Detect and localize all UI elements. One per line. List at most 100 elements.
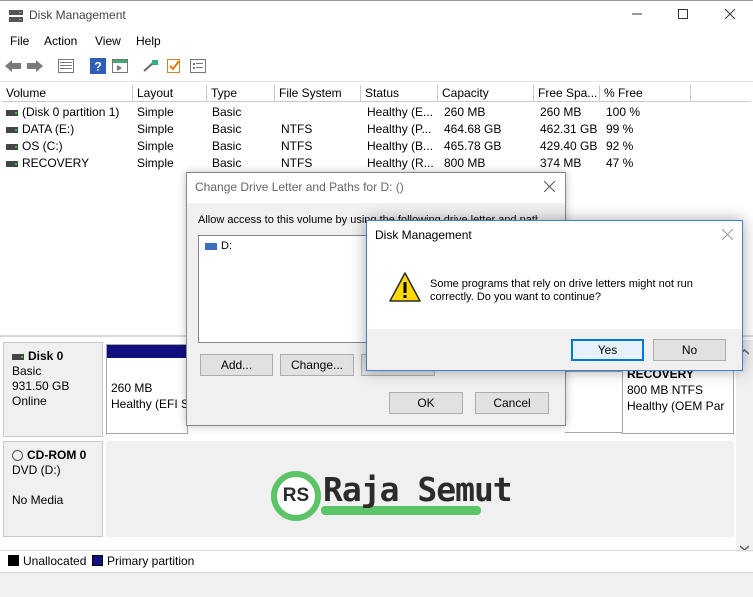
help-icon[interactable]: ? — [89, 57, 107, 75]
legend-label-unallocated: Unallocated — [23, 554, 87, 568]
drive-icon — [6, 126, 18, 133]
cell-type: Basic — [212, 139, 242, 153]
details-view-icon[interactable] — [57, 57, 75, 75]
partition-size: 260 MB — [111, 381, 153, 395]
column-header-percent-free[interactable]: % Free — [600, 85, 691, 102]
cell-percent-free: 47 % — [606, 156, 634, 170]
table-row[interactable]: DATA (E:) — [6, 121, 133, 138]
disk-management-icon — [8, 9, 24, 23]
cell-volume: RECOVERY — [22, 156, 90, 170]
cell-file-system: NTFS — [281, 156, 313, 170]
cell-status: Healthy (P... — [367, 122, 432, 136]
cell-percent-free: 100 % — [606, 105, 641, 119]
cell-type: Basic — [212, 156, 242, 170]
svg-text:?: ? — [94, 60, 101, 74]
partition-size: 800 MB NTFS — [627, 383, 704, 397]
column-header-capacity[interactable]: Capacity — [438, 85, 534, 102]
properties-icon[interactable] — [189, 57, 207, 75]
window-title: Disk Management — [29, 8, 126, 22]
yes-button[interactable]: Yes — [571, 339, 644, 361]
paths-listbox[interactable]: D: — [198, 235, 368, 343]
console-view-icon[interactable] — [111, 57, 129, 75]
menu-action[interactable]: Action — [44, 34, 77, 48]
cell-free-space: 374 MB — [540, 156, 582, 170]
column-header-layout[interactable]: Layout — [133, 85, 207, 102]
close-button[interactable] — [707, 0, 753, 30]
cell-layout: Simple — [137, 122, 174, 136]
dialog-title: Change Drive Letter and Paths for D: () — [195, 180, 404, 194]
dialog-message-line-2: correctly. Do you want to continue? — [430, 291, 601, 303]
legend-swatch-unallocated — [8, 555, 19, 566]
maximize-button[interactable] — [660, 0, 706, 30]
cell-percent-free: 99 % — [606, 122, 634, 136]
cell-capacity: 800 MB — [444, 156, 486, 170]
disk-state: No Media — [12, 493, 64, 507]
cell-percent-free: 92 % — [606, 139, 634, 153]
checklist-icon[interactable] — [165, 57, 183, 75]
close-icon[interactable] — [721, 228, 734, 243]
legend-swatch-primary — [92, 555, 103, 566]
column-header-status[interactable]: Status — [361, 85, 438, 102]
column-header-volume[interactable]: Volume — [2, 85, 133, 102]
cell-status: Healthy (R... — [367, 156, 434, 170]
table-row[interactable]: RECOVERY — [6, 155, 133, 172]
column-header-free-space[interactable]: Free Spa... — [534, 85, 600, 102]
disk-0-label[interactable]: Disk 0 Basic 931.50 GB Online — [3, 342, 103, 437]
change-button[interactable]: Change... — [280, 354, 354, 376]
cancel-button[interactable]: Cancel — [475, 392, 549, 414]
cell-volume: DATA (E:) — [22, 122, 75, 136]
partition-os-fragment[interactable] — [565, 371, 623, 433]
forward-icon[interactable] — [26, 57, 44, 75]
cell-layout: Simple — [137, 139, 174, 153]
logo-text: Raja Semut — [323, 470, 513, 509]
partition-color-bar — [107, 345, 187, 358]
back-icon[interactable] — [4, 57, 22, 75]
minimize-button[interactable] — [614, 0, 660, 30]
status-bar — [0, 572, 753, 597]
drive-icon — [6, 143, 18, 150]
table-row[interactable]: OS (C:) — [6, 138, 133, 155]
connect-icon[interactable] — [142, 57, 160, 75]
cell-volume: OS (C:) — [22, 139, 63, 153]
menu-help[interactable]: Help — [136, 34, 161, 48]
cell-capacity: 464.68 GB — [444, 122, 502, 136]
cell-layout: Simple — [137, 156, 174, 170]
add-button[interactable]: Add... — [200, 354, 273, 376]
cell-capacity: 260 MB — [444, 105, 486, 119]
confirm-dialog: Disk Management Some programs that rely … — [366, 220, 743, 371]
minimize-icon — [632, 8, 642, 22]
close-icon — [724, 8, 736, 22]
disk-size: 931.50 GB — [12, 379, 70, 393]
disk-type: DVD (D:) — [12, 463, 61, 477]
cell-capacity: 465.78 GB — [444, 139, 502, 153]
cell-type: Basic — [212, 105, 242, 119]
cdrom-0-label[interactable]: CD-ROM 0 DVD (D:) No Media — [3, 441, 103, 537]
vertical-scrollbar[interactable] — [736, 340, 753, 552]
cell-layout: Simple — [137, 105, 174, 119]
maximize-icon — [678, 8, 688, 22]
partition-status: Healthy (EFI S — [111, 397, 187, 411]
list-item[interactable]: D: — [205, 240, 232, 252]
menu-file[interactable]: File — [10, 34, 29, 48]
disk-type: Basic — [12, 364, 42, 378]
ok-button[interactable]: OK — [389, 392, 463, 414]
warning-icon — [389, 272, 421, 305]
cell-volume: (Disk 0 partition 1) — [22, 105, 120, 119]
column-header-file-system[interactable]: File System — [275, 85, 361, 102]
partition-status: Healthy (OEM Par — [627, 399, 725, 413]
disk-state: Online — [12, 394, 47, 408]
drive-icon — [6, 160, 18, 167]
table-row[interactable]: (Disk 0 partition 1) — [6, 104, 133, 121]
disk-name: Disk 0 — [28, 349, 64, 363]
drive-icon — [6, 109, 18, 116]
cell-type: Basic — [212, 122, 242, 136]
no-button[interactable]: No — [653, 339, 726, 361]
logo-initials: RS — [282, 485, 310, 506]
partition-efi[interactable]: 260 MB Healthy (EFI S — [106, 344, 188, 434]
column-header-type[interactable]: Type — [207, 85, 275, 102]
list-item-label: D: — [221, 240, 232, 252]
column-header-filler — [691, 85, 751, 102]
cell-status: Healthy (B... — [367, 139, 434, 153]
menu-view[interactable]: View — [95, 34, 121, 48]
close-icon[interactable] — [543, 180, 556, 195]
